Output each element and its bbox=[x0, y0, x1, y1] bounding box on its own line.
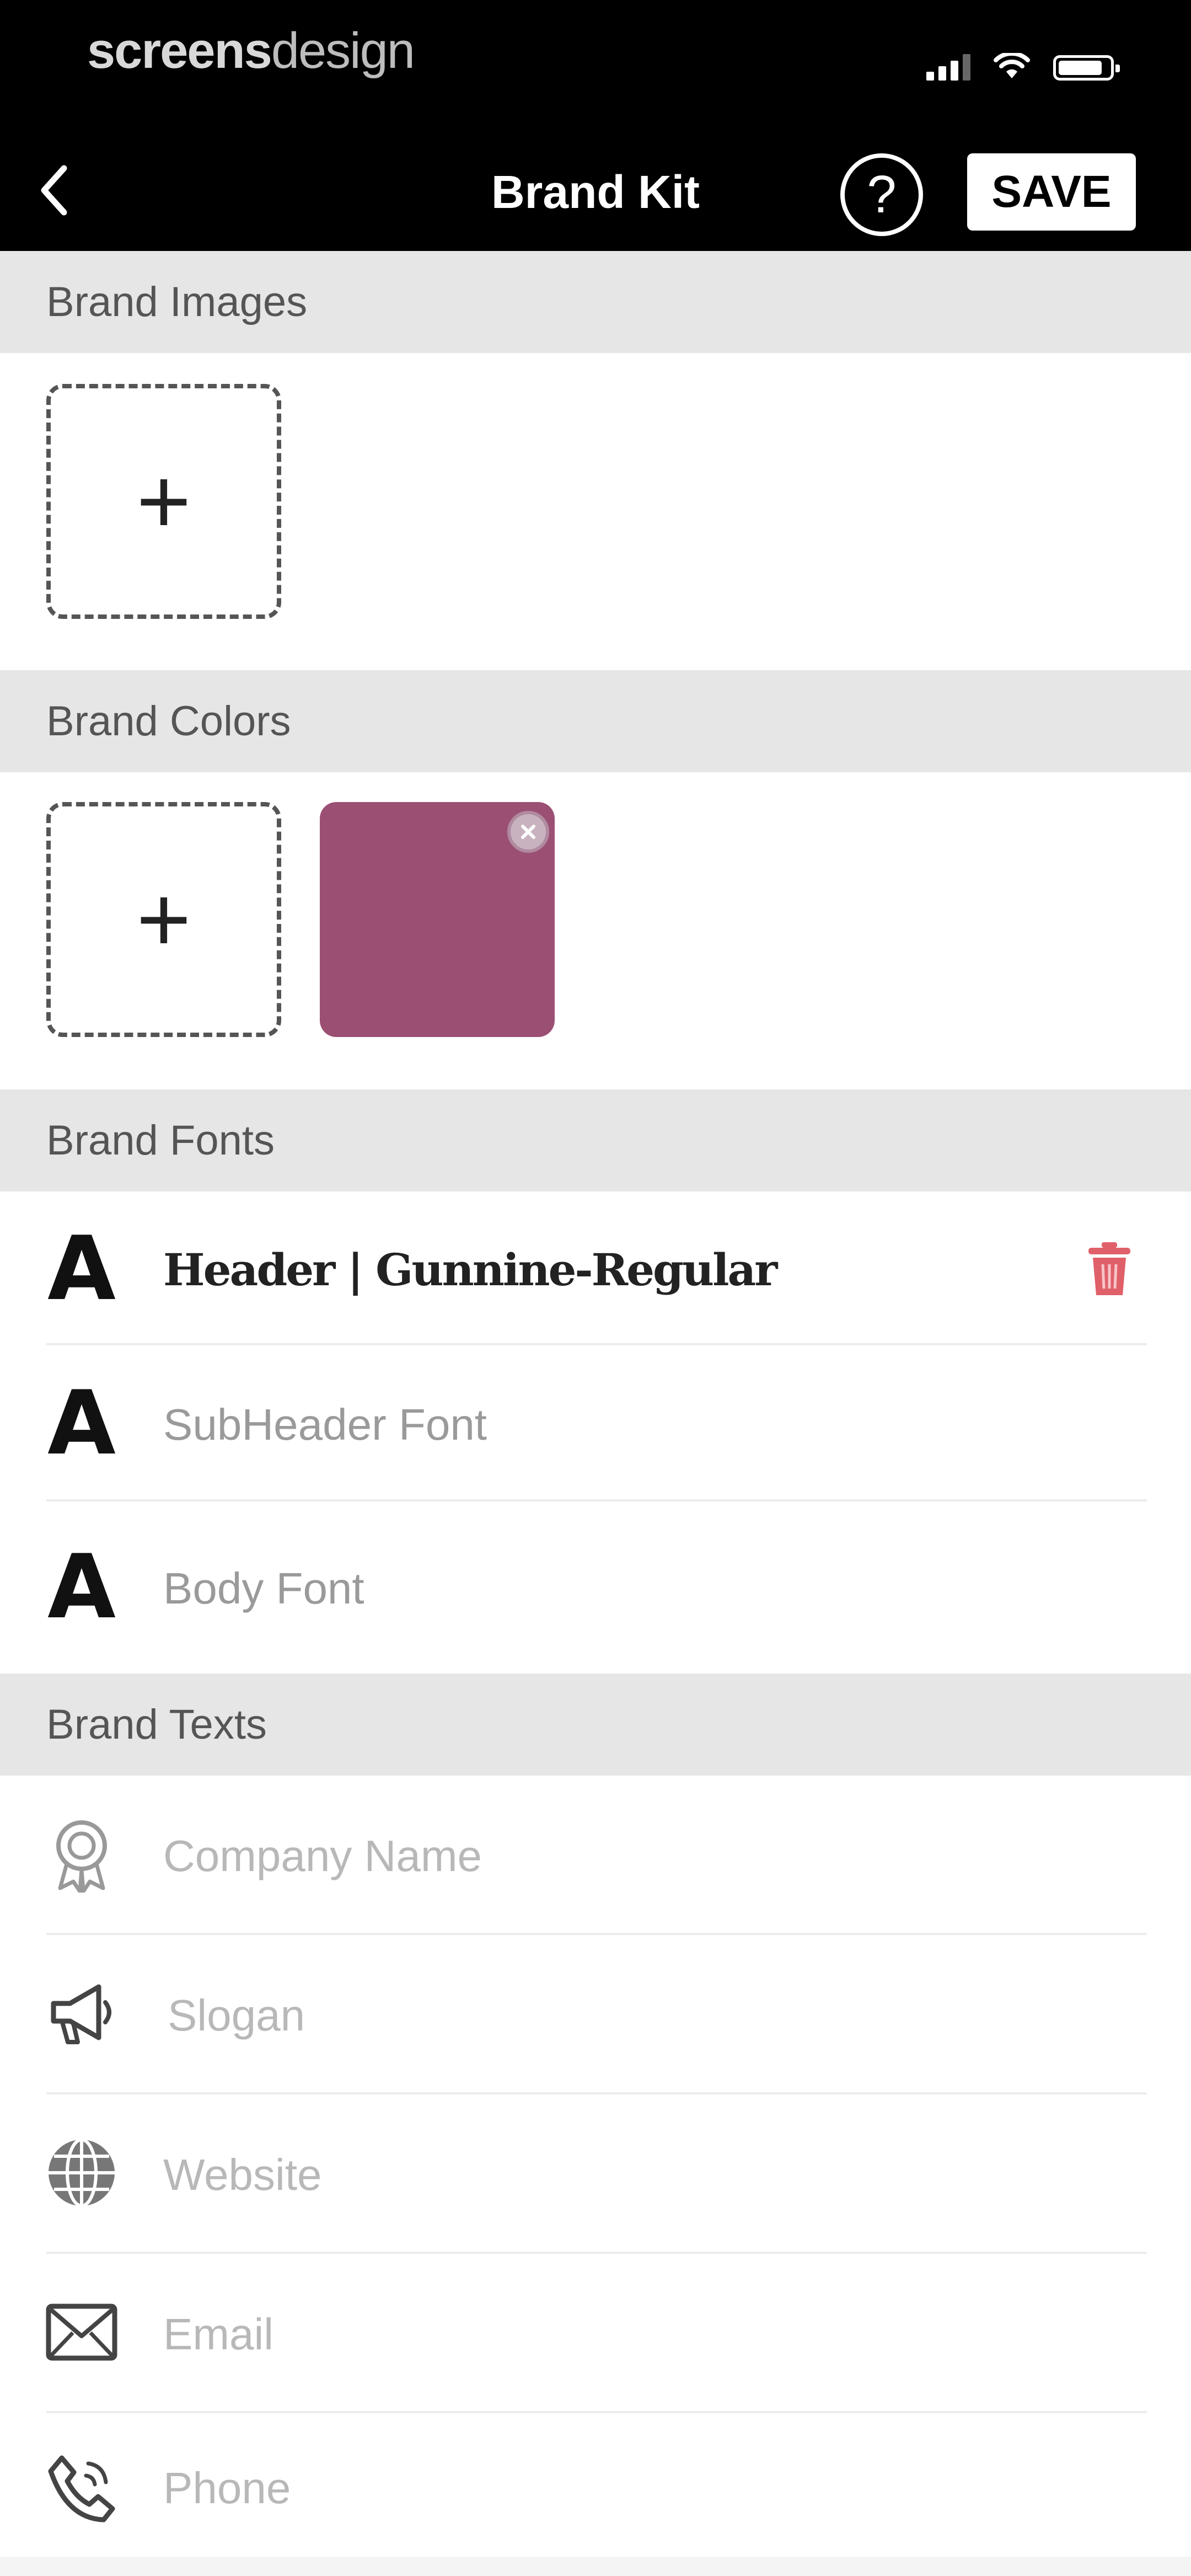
add-brand-image-button[interactable]: + bbox=[46, 384, 281, 619]
brand-color-swatch[interactable] bbox=[320, 802, 555, 1037]
font-letter-icon: A bbox=[47, 1217, 116, 1320]
award-ribbon-icon bbox=[43, 1815, 120, 1893]
phone-field[interactable]: Phone bbox=[0, 2413, 1191, 2557]
font-row-label: SubHeader Font bbox=[163, 1400, 487, 1449]
bottom-edge bbox=[0, 2557, 1191, 2576]
slogan-field[interactable]: Slogan bbox=[0, 1935, 1191, 2092]
phone-icon bbox=[43, 2449, 120, 2526]
section-header-brand-fonts: Brand Fonts bbox=[0, 1089, 1191, 1191]
section-header-brand-colors: Brand Colors bbox=[0, 670, 1191, 772]
website-field[interactable]: Website bbox=[0, 2094, 1191, 2252]
font-row-header[interactable]: A Header | Gunnine-Regular bbox=[0, 1194, 1191, 1343]
status-bar bbox=[926, 53, 1120, 81]
company-name-field[interactable]: Company Name bbox=[0, 1776, 1191, 1933]
top-bar: screensdesign Brand Kit ? SAVE bbox=[0, 0, 1191, 251]
field-placeholder: Phone bbox=[163, 2463, 291, 2513]
delete-font-button[interactable] bbox=[1082, 1236, 1137, 1302]
remove-color-button[interactable] bbox=[507, 811, 549, 853]
font-row-subheader[interactable]: A SubHeader Font bbox=[0, 1346, 1191, 1500]
trash-icon bbox=[1088, 1242, 1130, 1295]
globe-icon bbox=[43, 2134, 120, 2211]
add-brand-color-button[interactable]: + bbox=[46, 802, 281, 1037]
font-row-body[interactable]: A Body Font bbox=[0, 1501, 1191, 1674]
field-placeholder: Email bbox=[163, 2310, 274, 2359]
field-placeholder: Company Name bbox=[163, 1831, 482, 1880]
wifi-icon bbox=[994, 53, 1030, 78]
plus-icon: + bbox=[136, 449, 191, 554]
font-row-label: Header | Gunnine-Regular bbox=[163, 1244, 777, 1296]
section-header-brand-texts: Brand Texts bbox=[0, 1674, 1191, 1776]
email-field[interactable]: Email bbox=[0, 2254, 1191, 2411]
close-icon bbox=[521, 825, 535, 839]
font-letter-icon: A bbox=[47, 1535, 116, 1638]
font-letter-icon: A bbox=[47, 1371, 116, 1474]
field-placeholder: Website bbox=[163, 2150, 322, 2199]
screensdesign-watermark: screensdesign bbox=[87, 23, 415, 79]
brand-kit-screen: screensdesign Brand Kit ? SAVE Brand Ima… bbox=[0, 0, 1191, 2576]
divider bbox=[46, 1343, 1147, 1345]
help-button[interactable]: ? bbox=[840, 153, 923, 236]
font-row-label: Body Font bbox=[163, 1564, 364, 1613]
cellular-signal-icon bbox=[926, 53, 970, 81]
section-header-brand-images: Brand Images bbox=[0, 251, 1191, 353]
help-icon: ? bbox=[867, 165, 897, 224]
battery-icon bbox=[1053, 55, 1120, 81]
save-button[interactable]: SAVE bbox=[967, 153, 1136, 231]
envelope-icon bbox=[43, 2294, 120, 2371]
field-placeholder: Slogan bbox=[168, 1991, 305, 2040]
plus-icon: + bbox=[136, 867, 191, 972]
megaphone-icon bbox=[43, 1975, 120, 2052]
